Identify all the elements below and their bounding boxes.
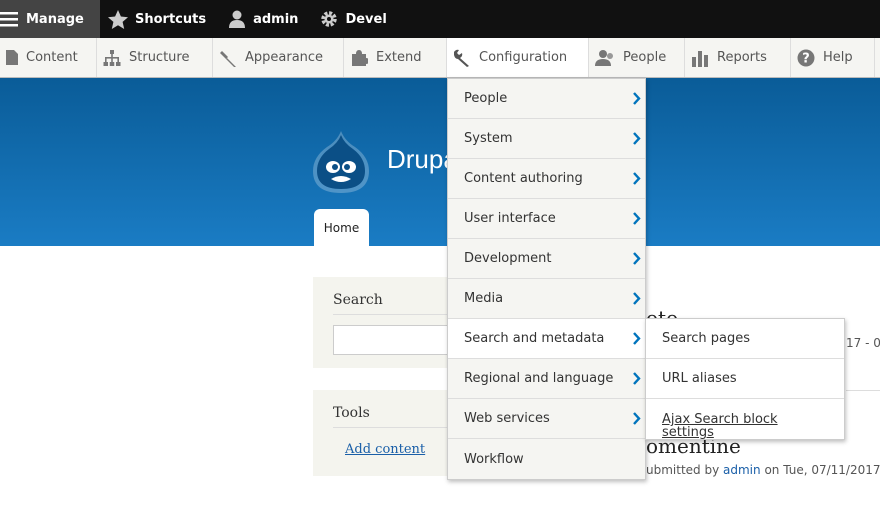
gear-icon: [321, 11, 338, 27]
tray-item-label: People: [623, 50, 667, 65]
tray-item-label: Help: [823, 50, 853, 65]
chevron-right-icon: [633, 372, 641, 385]
tray-item-label: Content: [26, 50, 78, 65]
manage-button[interactable]: Manage: [0, 0, 100, 38]
article-date: 17 - 07:3: [846, 336, 880, 350]
tray-item-label: Configuration: [479, 50, 568, 65]
menu-item-regional-and-language[interactable]: Regional and language: [448, 359, 645, 399]
user-button[interactable]: admin: [220, 0, 312, 38]
search-block-title: Search: [333, 292, 383, 308]
tray-item-label: Appearance: [245, 50, 324, 65]
tray-item-label: Reports: [717, 50, 767, 65]
structure-icon: [103, 49, 121, 66]
chevron-right-icon: [633, 172, 641, 185]
menu-item-media[interactable]: Media: [448, 279, 645, 319]
submenu-item-ajax-search-block-settings[interactable]: Ajax Search block settings: [646, 399, 844, 439]
menu-item-label: System: [464, 131, 513, 146]
tray-item-help[interactable]: ? Help: [791, 38, 875, 77]
menu-item-web-services[interactable]: Web services: [448, 399, 645, 439]
manage-label: Manage: [26, 11, 84, 27]
menu-item-label: Development: [464, 251, 552, 266]
tray-item-reports[interactable]: Reports: [685, 38, 791, 77]
menu-item-label: User interface: [464, 211, 556, 226]
search-and-metadata-submenu: Search pages URL aliases Ajax Search blo…: [645, 318, 845, 440]
menu-item-label: Web services: [464, 411, 550, 426]
bar-chart-icon: [692, 50, 708, 67]
menu-item-development[interactable]: Development: [448, 239, 645, 279]
people-icon: [595, 49, 613, 66]
divider: [333, 314, 463, 315]
devel-label: Devel: [345, 11, 387, 27]
devel-button[interactable]: Devel: [312, 0, 400, 38]
file-icon: [6, 50, 18, 65]
submitted-suffix: on Tue, 07/11/2017 - 07:3: [764, 463, 880, 477]
page: Manage Shortcuts admin Devel Content Str…: [0, 0, 880, 510]
star-icon: [108, 9, 128, 29]
user-icon: [229, 10, 246, 28]
drupal-logo-icon[interactable]: [311, 129, 371, 195]
tray-item-appearance[interactable]: Appearance: [213, 38, 344, 77]
menu-item-label: Media: [464, 291, 504, 306]
menu-item-label: Regional and language: [464, 371, 614, 386]
menu-item-content-authoring[interactable]: Content authoring: [448, 159, 645, 199]
tab-home[interactable]: Home: [314, 209, 369, 246]
tools-block: Tools Add content: [313, 390, 463, 476]
puzzle-icon: [352, 49, 368, 66]
author-link[interactable]: admin: [723, 463, 761, 477]
chevron-right-icon: [633, 332, 641, 345]
add-content-link[interactable]: Add content: [345, 442, 425, 457]
hamburger-icon: [0, 12, 18, 27]
shortcuts-button[interactable]: Shortcuts: [100, 0, 220, 38]
submitted-line: ubmitted by admin on Tue, 07/11/2017 - 0…: [646, 463, 880, 477]
menu-item-user-interface[interactable]: User interface: [448, 199, 645, 239]
submenu-item-label: Ajax Search block settings: [662, 412, 778, 440]
menu-item-label: Search and metadata: [464, 331, 605, 346]
submenu-item-search-pages[interactable]: Search pages: [646, 319, 844, 359]
menu-item-label: People: [464, 91, 508, 106]
help-icon: ?: [797, 49, 815, 66]
tray-item-structure[interactable]: Structure: [97, 38, 213, 77]
chevron-right-icon: [633, 92, 641, 105]
menu-item-workflow[interactable]: Workflow: [448, 439, 645, 479]
paintbrush-icon: [220, 50, 236, 67]
tray-item-extend[interactable]: Extend: [344, 38, 447, 77]
submitted-prefix: ubmitted by: [646, 463, 724, 477]
svg-text:?: ?: [802, 51, 810, 66]
tools-block-title: Tools: [333, 405, 370, 421]
menu-item-label: Workflow: [464, 451, 524, 467]
tray-item-label: Structure: [129, 50, 190, 65]
submenu-item-url-aliases[interactable]: URL aliases: [646, 359, 844, 399]
admin-tray: Content Structure Appearance Extend Conf…: [0, 38, 880, 78]
wrench-icon: [454, 49, 469, 67]
chevron-right-icon: [633, 412, 641, 425]
chevron-right-icon: [633, 132, 641, 145]
divider: [333, 427, 463, 428]
configuration-menu: People System Content authoring User int…: [447, 78, 646, 480]
search-block: Search: [313, 277, 463, 368]
menu-item-label: Content authoring: [464, 171, 583, 186]
menu-item-search-and-metadata[interactable]: Search and metadata: [448, 319, 645, 359]
tray-item-people[interactable]: People: [589, 38, 685, 77]
tray-item-configuration[interactable]: Configuration: [447, 38, 589, 77]
shortcuts-label: Shortcuts: [135, 11, 207, 27]
chevron-right-icon: [633, 252, 641, 265]
user-label: admin: [253, 11, 299, 27]
menu-item-people[interactable]: People: [448, 79, 645, 119]
admin-toolbar: Manage Shortcuts admin Devel: [0, 0, 880, 38]
search-input[interactable]: [333, 325, 463, 355]
tray-item-content[interactable]: Content: [0, 38, 97, 77]
chevron-right-icon: [633, 212, 641, 225]
menu-item-system[interactable]: System: [448, 119, 645, 159]
tray-item-label: Extend: [376, 50, 422, 65]
divider: [846, 390, 880, 391]
chevron-right-icon: [633, 292, 641, 305]
